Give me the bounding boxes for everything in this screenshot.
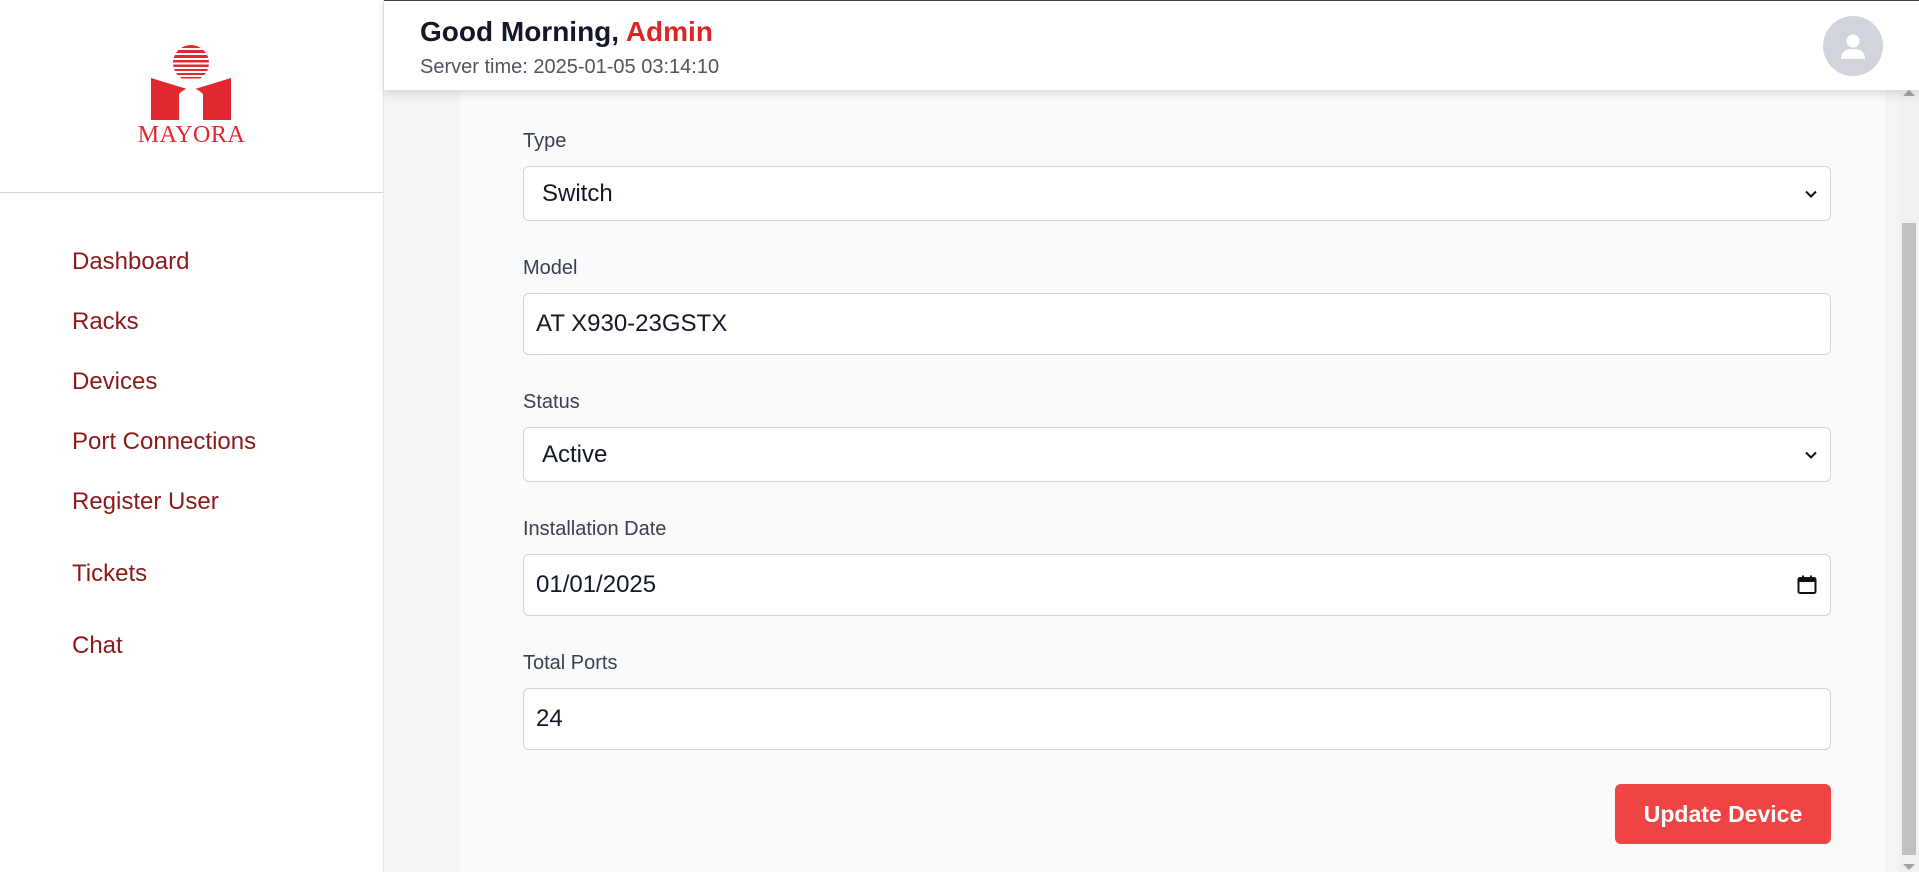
sidebar-item-port-connections[interactable]: Port Connections (0, 421, 383, 481)
model-field: Model AT X930-23GSTX (523, 257, 1831, 355)
mayora-logo[interactable]: MAYORA (138, 44, 245, 149)
installation-date-field: Installation Date 01/01/2025 (523, 518, 1831, 616)
total-ports-value: 24 (536, 705, 563, 732)
main-content: Type Switch Model AT X930-23GSTX Status … (384, 90, 1899, 872)
status-select[interactable]: Active (523, 427, 1831, 482)
edit-device-card: Type Switch Model AT X930-23GSTX Status … (460, 90, 1885, 872)
installation-date-value: 01/01/2025 (536, 571, 657, 598)
page-scrollbar[interactable] (1899, 90, 1919, 872)
status-field: Status Active (523, 391, 1831, 482)
model-label: Model (523, 257, 578, 279)
total-ports-input[interactable]: 24 (523, 688, 1831, 750)
brand-name: MAYORA (137, 121, 246, 148)
installation-date-input[interactable]: 01/01/2025 (523, 554, 1831, 616)
sidebar-item-devices[interactable]: Devices (0, 361, 383, 421)
greeting-user-name: Admin (625, 16, 713, 47)
type-field: Type Switch (523, 130, 1831, 221)
calendar-icon[interactable] (1796, 574, 1818, 596)
status-label: Status (523, 391, 580, 413)
user-icon (1841, 34, 1865, 59)
total-ports-field: Total Ports 24 (523, 652, 1831, 750)
total-ports-label: Total Ports (523, 652, 618, 674)
sidebar-item-dashboard[interactable]: Dashboard (0, 241, 383, 301)
top-header: Good Morning, Admin Server time: 2025-01… (384, 0, 1919, 90)
mayora-logo-icon (151, 44, 232, 120)
user-avatar[interactable] (1823, 16, 1883, 76)
greeting-text: Good Morning, (420, 16, 620, 47)
sidebar-item-register-user[interactable]: Register User (0, 481, 383, 541)
sidebar-item-racks[interactable]: Racks (0, 301, 383, 361)
scrollbar-thumb[interactable] (1902, 223, 1916, 855)
sidebar-nav: Dashboard Racks Devices Port Connections… (0, 193, 383, 685)
model-input[interactable]: AT X930-23GSTX (523, 293, 1831, 355)
greeting: Good Morning, Admin (420, 16, 713, 48)
chevron-down-icon (1805, 451, 1817, 459)
sidebar: MAYORA Dashboard Racks Devices Port Conn… (0, 0, 384, 872)
update-device-button[interactable]: Update Device (1615, 784, 1831, 844)
sidebar-item-tickets[interactable]: Tickets (0, 553, 383, 625)
scroll-down-arrow-icon[interactable] (1903, 864, 1915, 870)
installation-date-label: Installation Date (523, 518, 667, 540)
type-select-value: Switch (542, 179, 613, 207)
type-select[interactable]: Switch (523, 166, 1831, 221)
chevron-down-icon (1805, 190, 1817, 198)
model-input-value: AT X930-23GSTX (536, 310, 728, 337)
logo-area: MAYORA (0, 0, 383, 193)
status-select-value: Active (542, 440, 608, 468)
scroll-up-arrow-icon[interactable] (1903, 90, 1915, 96)
type-label: Type (523, 130, 567, 152)
server-time: Server time: 2025-01-05 03:14:10 (420, 56, 720, 78)
sidebar-item-chat[interactable]: Chat (0, 625, 383, 685)
